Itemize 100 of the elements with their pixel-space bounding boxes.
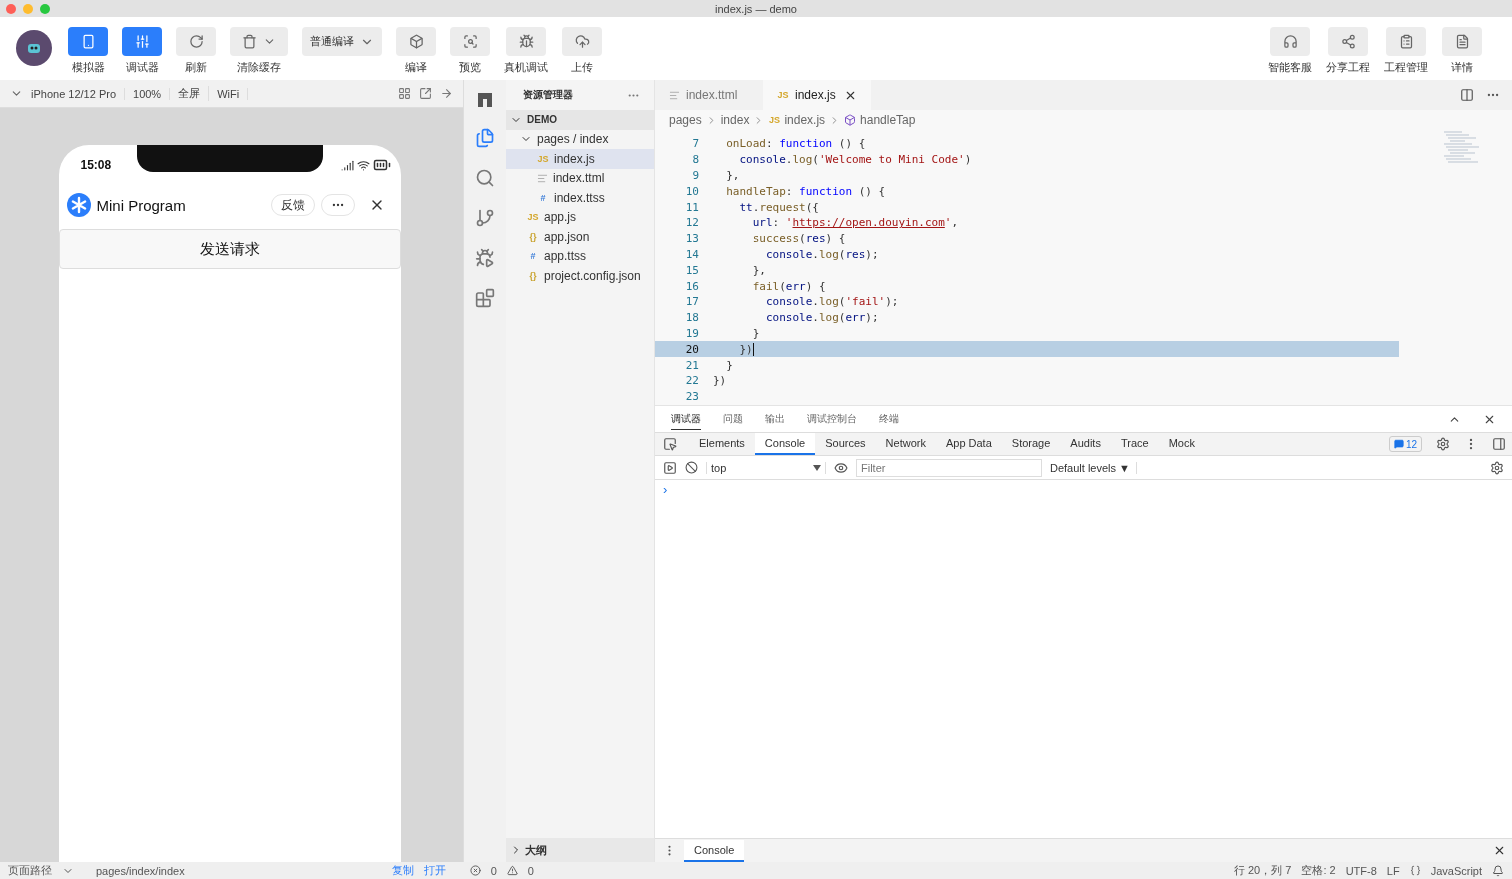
line-number: 7 (691, 137, 699, 151)
settings-icon[interactable] (1436, 437, 1450, 451)
warning-count[interactable]: 0 (527, 864, 534, 877)
message-count[interactable]: 12 (1388, 436, 1422, 452)
close-window-icon[interactable] (6, 4, 16, 14)
toolbar-button[interactable] (230, 27, 288, 56)
editor-tab[interactable]: JS index.js (763, 80, 871, 110)
breadcrumb[interactable]: index.js (784, 113, 826, 127)
app-logo-icon (66, 193, 91, 217)
extensions-icon[interactable] (475, 288, 495, 308)
tree-root[interactable]: DEMO (506, 110, 654, 130)
network-label[interactable]: WiFi (217, 87, 249, 100)
line-number: 21 (684, 358, 699, 372)
file-type-icon: JS (537, 153, 549, 164)
feedback-button[interactable]: 反馈 (270, 194, 315, 216)
settings-icon[interactable] (1490, 460, 1504, 475)
fullscreen-label[interactable]: 全屏 (178, 86, 210, 101)
panel-tab[interactable]: 调试器 (671, 408, 701, 430)
code-text: url: 'https://open.douyin.com', (751, 216, 959, 230)
compile-mode-select[interactable]: 普通编译 (302, 27, 382, 56)
panel-tab[interactable]: 问题 (723, 408, 743, 430)
popout-icon[interactable] (419, 87, 432, 100)
devtools-tab[interactable]: Network (875, 433, 936, 455)
indent-setting[interactable]: 空格: 2 (1301, 863, 1336, 878)
devtools-tab[interactable]: Trace (1110, 433, 1159, 455)
avatar[interactable] (16, 30, 52, 66)
toolbar-button[interactable] (1328, 27, 1368, 56)
grid-icon[interactable] (398, 87, 411, 100)
panel-tab[interactable]: 输出 (765, 408, 785, 430)
clear-icon[interactable] (685, 461, 698, 474)
toolbar-button[interactable] (562, 27, 602, 56)
copy-link[interactable]: 复制 (391, 863, 414, 878)
toolbar-button[interactable] (450, 27, 490, 56)
toolbar-button[interactable] (1442, 27, 1482, 56)
code-text: console.log(res); (764, 247, 879, 261)
panel-tab[interactable]: 终端 (879, 408, 899, 430)
devtools-tab[interactable]: Mock (1158, 433, 1205, 455)
error-count[interactable]: 0 (490, 864, 497, 877)
line-number: 10 (684, 184, 699, 198)
encoding[interactable]: UTF-8 (1345, 864, 1377, 877)
toolbar-button[interactable] (122, 27, 162, 56)
files-icon[interactable] (475, 128, 495, 148)
toolbar-button[interactable] (1386, 27, 1426, 56)
cursor-position[interactable]: 行 20，列 7 (1233, 863, 1292, 878)
tree-file[interactable]: JS app.js (506, 207, 654, 227)
inspect-icon[interactable] (663, 437, 677, 451)
filter-field[interactable]: Filter (856, 458, 1042, 477)
toolbar-label: 智能客服 (1268, 60, 1312, 75)
toolbar-button[interactable] (1270, 27, 1310, 56)
toolbar-icon (134, 34, 150, 49)
zoom-level[interactable]: 100% (133, 87, 171, 100)
search-icon[interactable] (475, 168, 495, 188)
tree-folder[interactable]: pages / index (537, 132, 609, 147)
dock-icon[interactable] (1492, 437, 1506, 451)
tree-file[interactable]: {} project.config.json (506, 266, 654, 286)
device-name[interactable]: iPhone 12/12 Pro (31, 87, 125, 100)
panel-tab[interactable]: 调试控制台 (807, 408, 857, 430)
line-ending[interactable]: LF (1386, 864, 1400, 877)
toolbar-icon (1282, 34, 1298, 49)
split-editor-icon[interactable] (1460, 88, 1474, 102)
open-link[interactable]: 打开 (423, 863, 446, 878)
tree-file[interactable]: index.ttml (506, 168, 654, 188)
drawer-tab[interactable]: Console (684, 839, 745, 862)
editor-tab[interactable]: index.ttml (655, 80, 763, 110)
code-text: } (725, 358, 733, 372)
outline-section[interactable]: 大纲 (506, 838, 654, 862)
breadcrumb[interactable]: handleTap (860, 113, 916, 127)
toolbar-button[interactable] (68, 27, 108, 56)
devtools-tab[interactable]: Storage (1001, 433, 1061, 455)
context-select[interactable]: top (706, 461, 826, 474)
arrow-right-icon[interactable] (440, 87, 453, 100)
toolbar-button[interactable] (506, 27, 546, 56)
breadcrumb[interactable]: pages (669, 113, 702, 127)
toolbar-icon (242, 34, 257, 49)
levels-dropdown[interactable]: Default levels ▼ (1050, 461, 1137, 474)
code-text: console.log('fail'); (764, 295, 899, 309)
devtools-tab[interactable]: Sources (815, 433, 876, 455)
branch-icon[interactable] (475, 208, 495, 228)
tree-file[interactable]: {} app.json (506, 227, 654, 247)
eye-icon[interactable] (834, 460, 848, 475)
language-mode[interactable]: JavaScript (1430, 864, 1482, 877)
toolbar-button[interactable] (176, 27, 216, 56)
devtools-tab[interactable]: Audits (1060, 433, 1111, 455)
app-name: Mini Program (96, 196, 187, 214)
tree-file[interactable]: JS index.js (506, 149, 654, 169)
sidebar-toggle-icon[interactable] (663, 460, 677, 475)
run-debug-icon[interactable] (475, 248, 495, 268)
send-request-button[interactable]: 发送请求 (58, 229, 401, 269)
breadcrumb[interactable]: index (720, 113, 750, 127)
bell-icon[interactable] (1492, 864, 1504, 877)
code-text: handleTap: function () { (725, 184, 886, 198)
code-text: tt.request({ (738, 200, 819, 214)
panel-icon[interactable] (477, 90, 493, 108)
devtools-tab[interactable]: Elements (689, 433, 755, 455)
devtools-tab[interactable]: Console (754, 433, 816, 455)
tree-file[interactable]: # app.ttss (506, 246, 654, 266)
devtools-tab[interactable]: App Data (935, 433, 1002, 455)
tree-file[interactable]: # index.ttss (506, 188, 654, 208)
close-icon[interactable] (1493, 844, 1506, 857)
toolbar-button[interactable] (396, 27, 436, 56)
